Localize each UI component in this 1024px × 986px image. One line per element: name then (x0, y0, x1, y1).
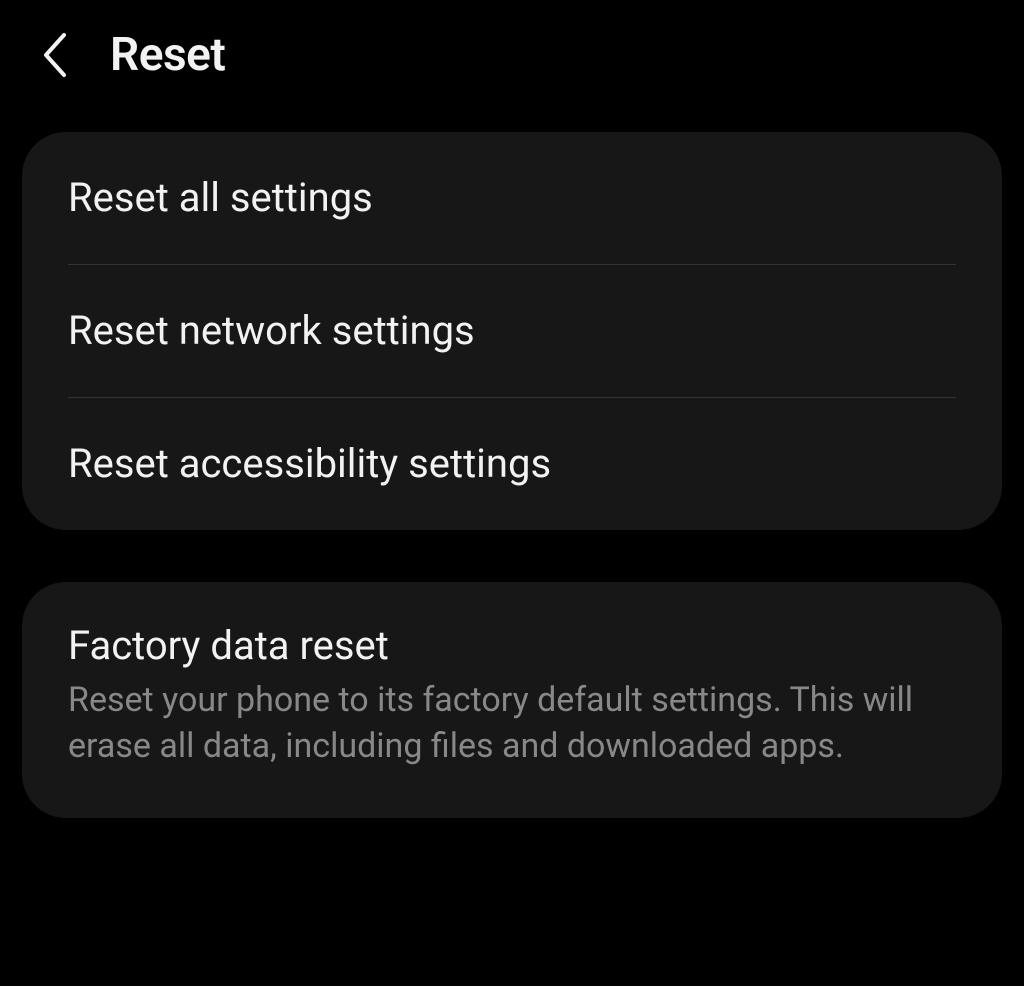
back-button[interactable] (40, 31, 70, 79)
list-item-label: Reset accessibility settings (68, 440, 956, 488)
list-item-description: Reset your phone to its factory default … (68, 678, 956, 770)
page-header: Reset (0, 0, 1024, 112)
factory-reset-panel: Factory data reset Reset your phone to i… (22, 582, 1002, 818)
reset-network-settings-item[interactable]: Reset network settings (22, 265, 1002, 397)
reset-all-settings-item[interactable]: Reset all settings (22, 132, 1002, 264)
list-item-label: Factory data reset (68, 622, 956, 670)
reset-accessibility-settings-item[interactable]: Reset accessibility settings (22, 398, 1002, 530)
list-item-label: Reset all settings (68, 174, 956, 222)
page-title: Reset (110, 28, 225, 82)
list-item-label: Reset network settings (68, 307, 956, 355)
chevron-left-icon (40, 31, 70, 79)
factory-data-reset-item[interactable]: Factory data reset Reset your phone to i… (22, 582, 1002, 818)
reset-options-panel: Reset all settings Reset network setting… (22, 132, 1002, 530)
